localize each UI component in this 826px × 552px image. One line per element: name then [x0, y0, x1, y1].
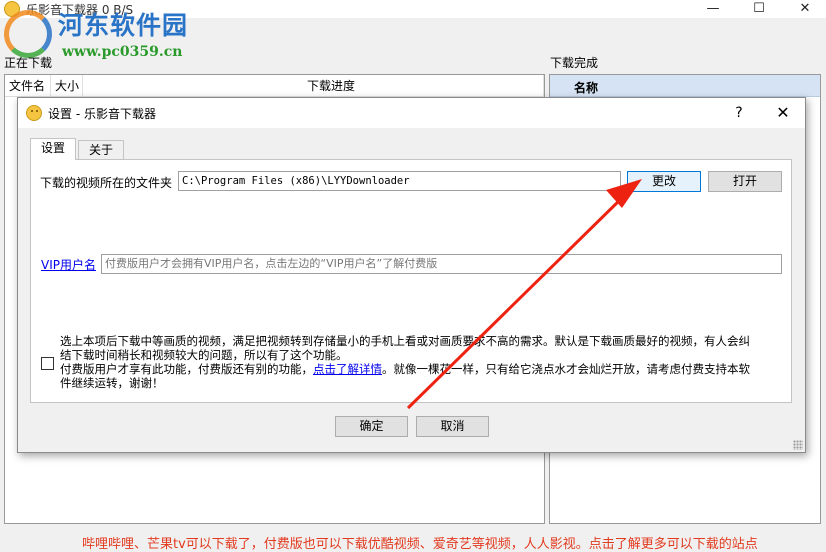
change-folder-button[interactable]: 更改: [627, 171, 701, 192]
bottom-ad-text[interactable]: 哔哩哔哩、芒果tv可以下载了，付费版也可以下载优酷视频、爱奇艺等视频，人人影视。…: [82, 533, 758, 552]
quality-line3-pre: 付费版用户才享有此功能，付费版还有别的功能，: [60, 362, 313, 376]
tab-settings[interactable]: 设置: [30, 138, 77, 160]
column-filename[interactable]: 文件名: [5, 75, 51, 97]
watermark-logo-icon: [4, 10, 52, 58]
completed-list-header: 名称: [550, 75, 820, 97]
close-button[interactable]: ✕: [782, 0, 826, 18]
dialog-smiley-icon: [26, 105, 42, 121]
maximize-button[interactable]: ☐: [736, 0, 782, 18]
open-folder-button[interactable]: 打开: [708, 171, 782, 192]
quality-description-line3: 付费版用户才享有此功能，付费版还有别的功能，点击了解详情。就像一棵花一样，只有给…: [60, 362, 750, 376]
medium-quality-checkbox[interactable]: [41, 357, 54, 370]
folder-label: 下载的视频所在的文件夹: [40, 176, 173, 190]
dialog-close-button[interactable]: ✕: [768, 103, 798, 123]
dialog-title: 设置 - 乐影音下载器: [48, 107, 156, 121]
vip-username-link[interactable]: VIP用户名: [41, 256, 96, 273]
column-name[interactable]: 名称: [574, 79, 598, 96]
tab-about[interactable]: 关于: [78, 140, 125, 160]
ok-button[interactable]: 确定: [335, 416, 408, 437]
settings-dialog: 设置 - 乐影音下载器 ? ✕ 设置 关于 下载的视频所在的文件夹 C:\Pro…: [17, 97, 806, 453]
quality-description-line4: 件继续运转，谢谢！: [60, 376, 164, 390]
watermark-url: www.pc0359.cn: [62, 44, 183, 60]
minimize-button[interactable]: —: [690, 0, 736, 18]
quality-description-line2: 结下载时间稍长和视频较大的问题，所以有了这个功能。: [60, 348, 348, 362]
folder-path-field[interactable]: C:\Program Files (x86)\LYYDownloader: [178, 171, 621, 191]
learn-details-link[interactable]: 点击了解详情: [313, 362, 382, 376]
completed-section-label: 下载完成: [550, 56, 599, 70]
column-progress[interactable]: 下载进度: [83, 75, 544, 97]
watermark-logo-text: 河东软件园: [58, 11, 189, 40]
resize-grip[interactable]: [793, 440, 803, 450]
dialog-help-button[interactable]: ?: [724, 103, 754, 123]
downloading-section-label: 正在下载: [4, 56, 53, 70]
quality-line3-post: 。就像一棵花一样，只有给它浇点水才会灿烂开放，请考虑付费支持本软: [382, 362, 750, 376]
vip-username-input[interactable]: 付费版用户才会拥有VIP用户名，点击左边的“VIP用户名”了解付费版: [101, 254, 782, 274]
quality-description-line1: 选上本项后下载中等画质的视频，满足把视频转到存储量小的手机上看或对画质要求不高的…: [60, 334, 750, 348]
cancel-button[interactable]: 取消: [416, 416, 489, 437]
column-size[interactable]: 大小: [51, 75, 83, 97]
downloading-list-header: 文件名 大小 下载进度: [5, 75, 544, 97]
settings-tab-panel: 下载的视频所在的文件夹 C:\Program Files (x86)\LYYDo…: [30, 159, 792, 403]
